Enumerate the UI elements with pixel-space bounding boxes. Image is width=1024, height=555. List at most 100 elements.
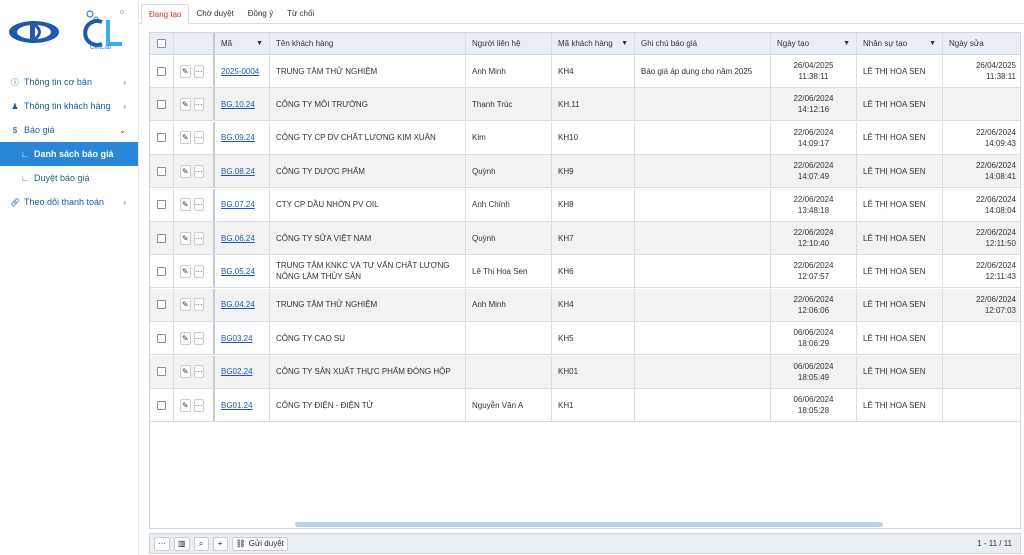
- edited-date: 22/06/2024: [975, 228, 1016, 237]
- row-checkbox[interactable]: [157, 133, 166, 143]
- table-row[interactable]: ✎ ··· BG.05.24 TRUNG TÂM KNKC VÀ TƯ VẤN CHẤ…: [150, 255, 1020, 289]
- quote-code-link[interactable]: 2025-0004: [221, 67, 259, 76]
- tab-creating[interactable]: Đang tạo: [141, 4, 190, 24]
- table-row[interactable]: ✎ ··· BG.06.24 CÔNG TY SỮA VIỆT NAM Quỳnh KH7…: [150, 222, 1020, 255]
- quote-code-link[interactable]: BG.09.24: [221, 133, 255, 142]
- row-checkbox[interactable]: [157, 367, 166, 377]
- add-button[interactable]: +: [212, 536, 228, 551]
- edited-time: 12:11:43: [985, 272, 1016, 282]
- column-header-customer-code[interactable]: Mã khách hàng ▼: [552, 33, 635, 54]
- edit-icon[interactable]: ✎: [180, 131, 191, 145]
- more-icon[interactable]: ···: [193, 164, 204, 178]
- row-select-cell: [150, 389, 174, 421]
- columns-button[interactable]: ▥: [174, 536, 190, 551]
- edit-icon[interactable]: ✎: [180, 164, 191, 178]
- column-header-note[interactable]: Ghi chú báo giá: [635, 33, 771, 54]
- quote-code-link[interactable]: BG.04.24: [221, 300, 255, 309]
- sidebar-item-quote-list[interactable]: ∟ Danh sách báo giá: [0, 142, 138, 166]
- tab-pending[interactable]: Chờ duyệt: [189, 3, 240, 23]
- created-datetime: 06/06/2024 18:05:49: [793, 361, 833, 383]
- quote-code-link[interactable]: BG.10.24: [221, 100, 255, 109]
- edit-icon[interactable]: ✎: [180, 264, 191, 278]
- created-datetime: 22/06/2024 14:09:17: [793, 127, 833, 149]
- quote-code-link[interactable]: BG.08.24: [221, 167, 255, 176]
- cell-edited: [943, 322, 1020, 354]
- edit-icon[interactable]: ✎: [180, 398, 191, 412]
- tab-approved[interactable]: Đồng ý: [241, 3, 280, 23]
- more-icon[interactable]: ···: [193, 64, 204, 78]
- row-checkbox[interactable]: [157, 166, 166, 176]
- table-row[interactable]: ✎ ··· BG.07.24 CTY CP DẦU NHỜN PV OIL Anh Ch…: [150, 188, 1020, 222]
- more-icon[interactable]: ···: [193, 198, 204, 212]
- column-header-staff[interactable]: Nhân sự tạo ▼: [857, 33, 943, 54]
- more-icon[interactable]: ···: [193, 264, 204, 278]
- filter-icon[interactable]: ▼: [843, 40, 850, 47]
- edit-icon[interactable]: ✎: [180, 231, 191, 245]
- quote-code-link[interactable]: BG.05.24: [221, 267, 255, 276]
- staff-text: LÊ THỊ HOA SEN: [863, 166, 926, 176]
- column-header-edited[interactable]: Ngày sửa: [943, 33, 1020, 54]
- quote-code-link[interactable]: BG01.24: [221, 401, 253, 410]
- sidebar-item-payment-tracking[interactable]: 🔗︎ Theo dõi thanh toán ›: [0, 190, 138, 214]
- created-date: 22/06/2024: [793, 127, 834, 137]
- sidebar-item-quotes[interactable]: $ Báo giá ⌄: [0, 118, 138, 142]
- column-header-contact[interactable]: Người liên hệ: [466, 33, 552, 54]
- table-row[interactable]: ✎ ··· BG01.24 CÔNG TY ĐIỆN - ĐIỆN TỬ Nguyễn …: [150, 389, 1020, 422]
- more-icon[interactable]: ···: [193, 231, 204, 245]
- row-checkbox[interactable]: [157, 400, 166, 410]
- quote-code-link[interactable]: BG.06.24: [221, 234, 255, 243]
- table-row[interactable]: ✎ ··· BG03.24 CÔNG TY CAO SU KH5 06/06/2024 18…: [150, 322, 1020, 356]
- edit-icon[interactable]: ✎: [180, 298, 191, 312]
- table-row[interactable]: ✎ ··· BG.08.24 CÔNG TY DƯỢC PHẨM Quỳnh KH9 22/…: [150, 155, 1020, 189]
- row-checkbox[interactable]: [157, 300, 166, 310]
- send-approval-label: Gửi duyệt: [248, 539, 284, 548]
- edit-icon[interactable]: ✎: [180, 64, 191, 78]
- customer-text: TRUNG TÂM THỬ NGHIỆM: [276, 300, 378, 310]
- tab-rejected[interactable]: Từ chối: [280, 3, 321, 23]
- more-icon[interactable]: ···: [193, 365, 204, 379]
- filter-icon[interactable]: ▼: [929, 40, 936, 47]
- edit-icon[interactable]: ✎: [180, 331, 191, 345]
- more-icon[interactable]: ···: [193, 97, 204, 111]
- header-label: Ngày tạo: [777, 39, 810, 48]
- staff-text: LÊ THỊ HOA SEN: [863, 400, 926, 410]
- column-header-code[interactable]: Mã ▼: [215, 33, 270, 54]
- table-row[interactable]: ✎ ··· BG02.24 CÔNG TY SẢN XUẤT THỰC PHẨM ĐÓ…: [150, 355, 1020, 389]
- more-icon[interactable]: ···: [193, 398, 204, 412]
- quote-code-link[interactable]: BG02.24: [221, 367, 253, 376]
- more-icon[interactable]: ···: [193, 331, 204, 345]
- filter-icon[interactable]: ▼: [256, 40, 263, 47]
- more-options-button[interactable]: ···: [154, 536, 170, 551]
- cell-customer_code: KH10: [552, 121, 635, 154]
- sidebar-item-approve-quotes[interactable]: ∟ Duyệt báo giá: [0, 166, 138, 190]
- sidebar-item-basic-info[interactable]: ⓘ Thông tin cơ bản ›: [0, 70, 138, 94]
- edit-icon[interactable]: ✎: [180, 198, 191, 212]
- select-all-checkbox[interactable]: [157, 39, 166, 48]
- table-row[interactable]: ✎ ··· 2025-0004 TRUNG TÂM THỬ NGHIỆM Anh Min…: [150, 55, 1020, 88]
- table-row[interactable]: ✎ ··· BG.10.24 CÔNG TY MÔI TRƯỜNG Thanh Trúc…: [150, 88, 1020, 122]
- send-approval-button[interactable]: ⛓ Gửi duyệt: [231, 536, 288, 551]
- sidebar-item-label: Danh sách báo giá: [34, 149, 114, 159]
- quote-code-link[interactable]: BG.07.24: [221, 200, 255, 209]
- sidebar-item-customer-info[interactable]: ♟ Thông tin khách hàng ›: [0, 94, 138, 118]
- edit-icon[interactable]: ✎: [180, 365, 191, 379]
- column-header-customer[interactable]: Tên khách hàng: [270, 33, 466, 54]
- horizontal-scrollbar[interactable]: [295, 522, 883, 527]
- table-row[interactable]: ✎ ··· BG.09.24 CÔNG TY CP DV CHẤT LƯỢNG KIM…: [150, 121, 1020, 155]
- row-checkbox[interactable]: [157, 233, 166, 243]
- row-checkbox[interactable]: [157, 66, 166, 76]
- header-label: Người liên hệ: [472, 39, 521, 48]
- column-header-created[interactable]: Ngày tạo ▼: [771, 33, 857, 54]
- row-checkbox[interactable]: [157, 266, 166, 276]
- more-icon[interactable]: ···: [193, 131, 204, 145]
- search-button[interactable]: ⌕: [193, 536, 209, 551]
- row-select-cell: [150, 121, 174, 154]
- quote-code-link[interactable]: BG03.24: [221, 334, 253, 343]
- edit-icon[interactable]: ✎: [180, 97, 191, 111]
- filter-icon[interactable]: ▼: [621, 40, 628, 47]
- more-icon[interactable]: ···: [193, 298, 204, 312]
- row-checkbox[interactable]: [157, 200, 166, 210]
- table-row[interactable]: ✎ ··· BG.04.24 TRUNG TÂM THỬ NGHIỆM Anh Minh…: [150, 288, 1020, 322]
- row-checkbox[interactable]: [157, 333, 166, 343]
- row-checkbox[interactable]: [157, 99, 166, 109]
